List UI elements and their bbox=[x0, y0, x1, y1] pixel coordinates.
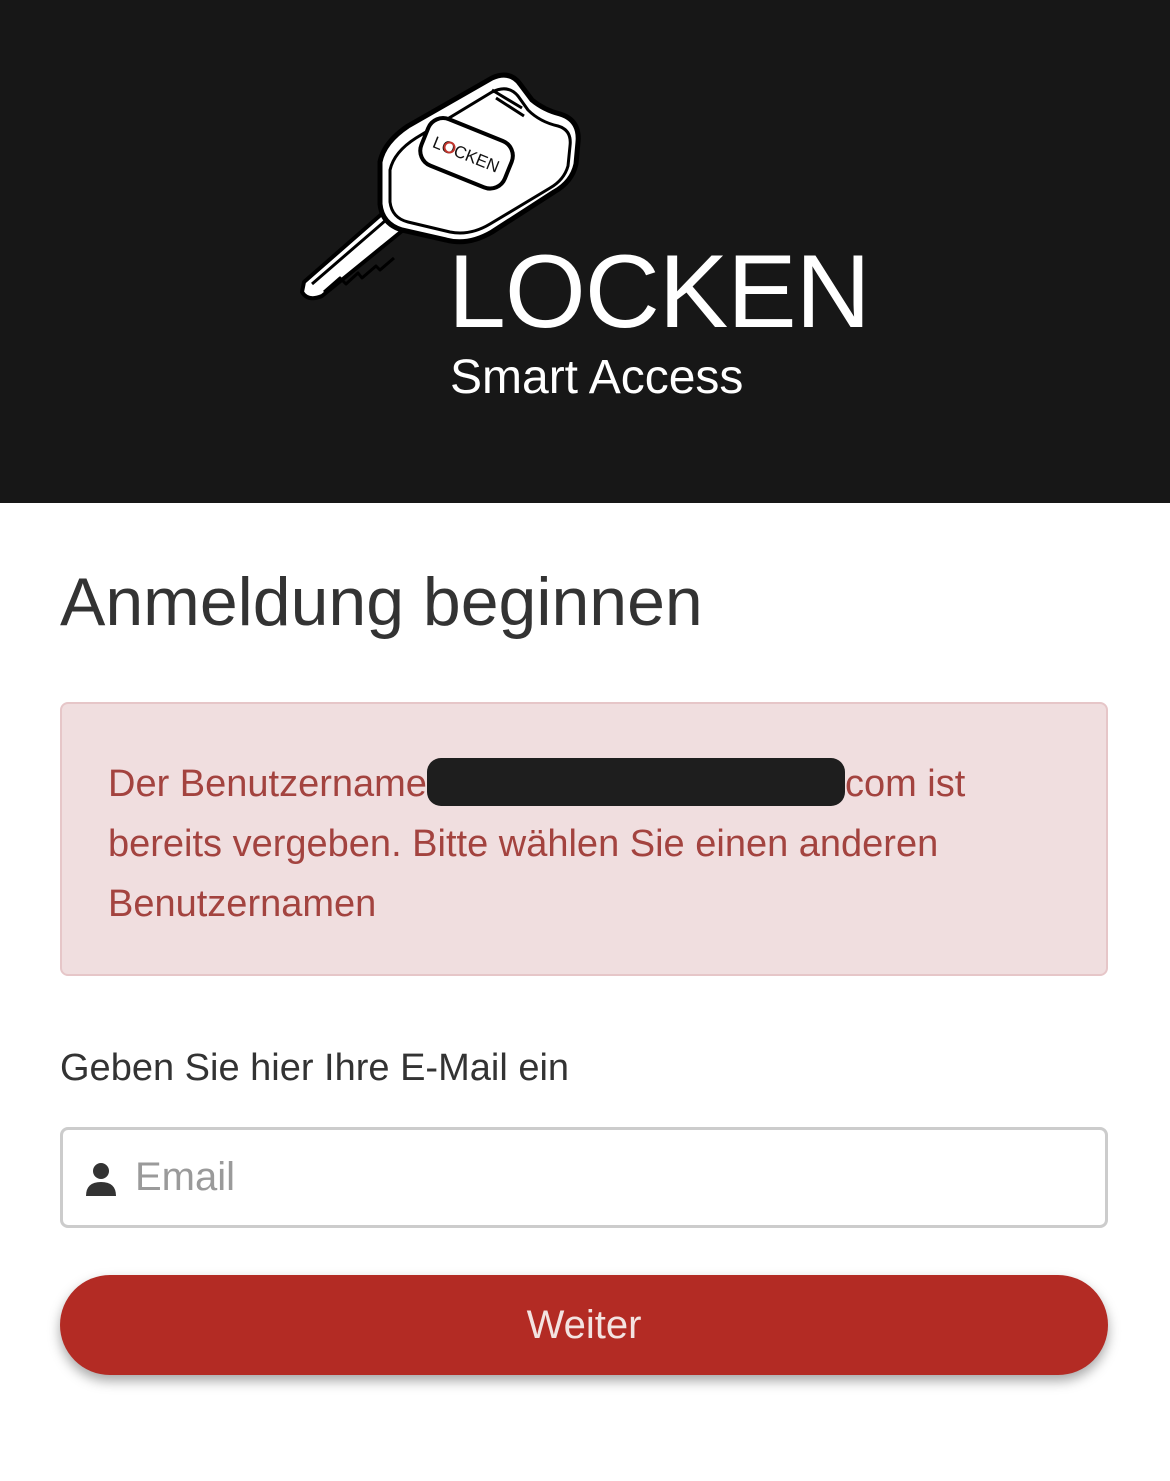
page-title: Anmeldung beginnen bbox=[60, 564, 703, 640]
email-field-wrapper bbox=[60, 1127, 1108, 1228]
continue-button[interactable]: Weiter bbox=[60, 1275, 1108, 1375]
redacted-username bbox=[426, 758, 845, 806]
error-message-prefix: Der Benutzername bbox=[108, 763, 427, 805]
brand-tagline: Smart Access bbox=[450, 351, 744, 404]
email-input[interactable] bbox=[135, 1130, 1095, 1225]
app-header: LOCKEN LOCKEN Smart Access bbox=[0, 0, 1170, 503]
user-icon bbox=[86, 1163, 116, 1196]
error-alert: Der Benutzername com ist bereits vergeben… bbox=[60, 702, 1108, 976]
email-label: Geben Sie hier Ihre E-Mail ein bbox=[60, 1047, 570, 1089]
brand-name: LOCKEN bbox=[448, 234, 871, 350]
